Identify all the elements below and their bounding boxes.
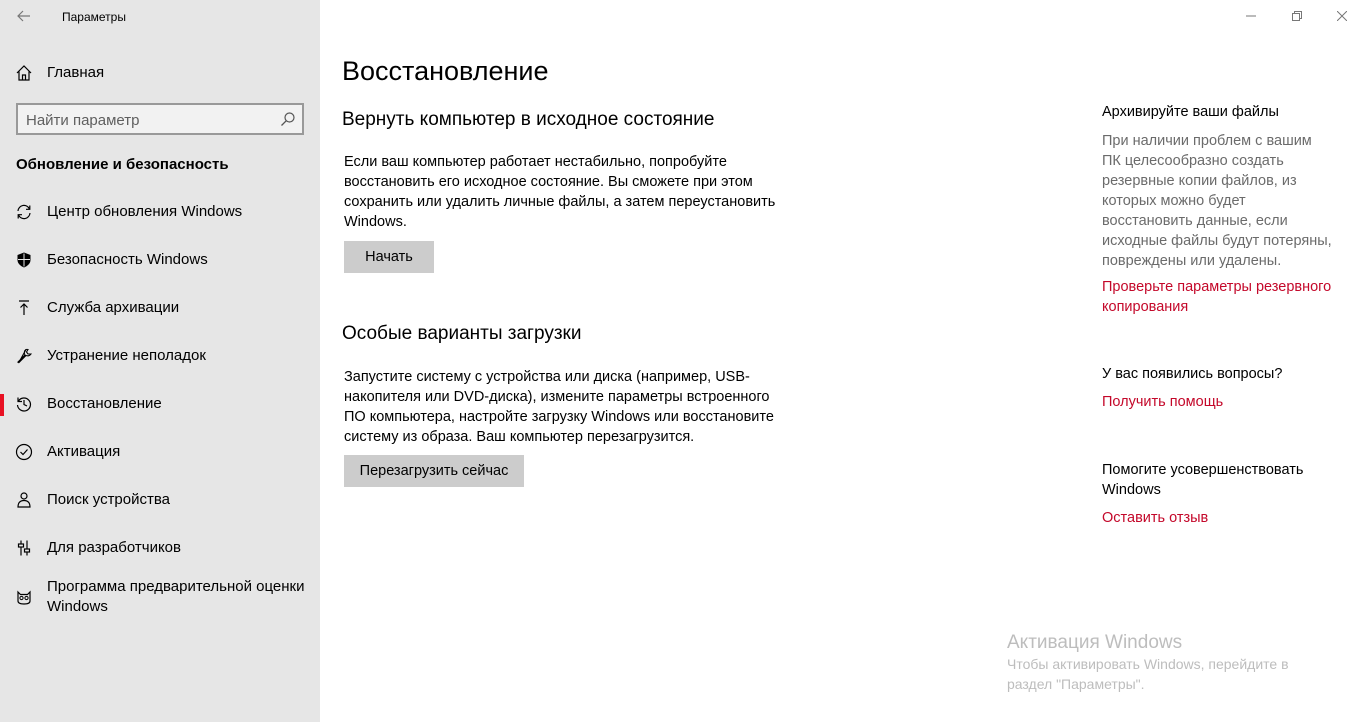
sidebar-item-activation[interactable]: Активация: [0, 430, 320, 474]
backup-heading: Архивируйте ваши файлы: [1102, 104, 1279, 120]
history-icon: [14, 394, 34, 414]
watermark-line2: раздел "Параметры".: [1007, 676, 1145, 692]
minimize-icon: [1246, 15, 1256, 17]
backup-line: повреждены или удалены.: [1102, 253, 1282, 269]
watermark-line1: Чтобы активировать Windows, перейдите в: [1007, 656, 1289, 672]
questions-panel: У вас появились вопросы? Получить помощь: [1102, 364, 1342, 412]
active-indicator: [0, 394, 4, 416]
reset-line-3: сохранить или удалить личные файлы, а за…: [344, 194, 776, 210]
sidebar-item-troubleshoot[interactable]: Устранение неполадок: [0, 334, 320, 378]
reset-heading: Вернуть компьютер в исходное состояние: [342, 109, 715, 130]
search-box[interactable]: [16, 103, 304, 135]
backup-line: ПК целесообразно создать: [1102, 153, 1284, 169]
feedback-panel: Помогите усовершенствовать Windows Остав…: [1102, 460, 1342, 528]
page-title: Восстановление: [342, 56, 549, 86]
advanced-startup-description: Запустите систему с устройства или диска…: [344, 367, 794, 447]
questions-heading: У вас появились вопросы?: [1102, 366, 1283, 382]
sidebar-item-recovery[interactable]: Восстановление: [0, 382, 320, 426]
developer-sliders-icon: [14, 538, 34, 558]
backup-line: которых можно будет: [1102, 193, 1246, 209]
backup-line: восстановить данные, если: [1102, 213, 1288, 229]
main-content: Восстановление Вернуть компьютер в исход…: [320, 0, 1100, 722]
sidebar-item-label: Активация: [47, 443, 121, 460]
sidebar-item-label: Главная: [47, 64, 105, 81]
improve-heading-line2: Windows: [1102, 482, 1161, 498]
backup-line: исходные файлы будут потеряны,: [1102, 233, 1332, 249]
back-button[interactable]: [12, 4, 36, 28]
advanced-line-1: Запустите систему с устройства или диска…: [344, 369, 750, 385]
reset-line-2: восстановить его исходное состояние. Вы …: [344, 174, 753, 190]
window-title: Параметры: [62, 10, 126, 24]
sidebar-item-label: Для разработчиков: [47, 539, 181, 556]
reset-description: Если ваш компьютер работает нестабильно,…: [344, 152, 794, 232]
backup-description: При наличии проблем с вашим ПК целесообр…: [1102, 131, 1342, 271]
person-pin-icon: [14, 490, 34, 510]
sidebar-item-insider[interactable]: Программа предварительной оценки Windows: [0, 574, 320, 620]
backup-line: При наличии проблем с вашим: [1102, 133, 1312, 149]
sidebar-item-label: Поиск устройства: [47, 491, 171, 508]
section-title: Обновление и безопасность: [16, 156, 229, 173]
sidebar-item-find-device[interactable]: Поиск устройства: [0, 478, 320, 522]
backup-line: резервные копии файлов, из: [1102, 173, 1297, 189]
sidebar: Параметры Главная Обновление и безопасно…: [0, 0, 320, 722]
check-circle-icon: [14, 442, 34, 462]
backup-link-line2[interactable]: копирования: [1102, 297, 1342, 317]
advanced-startup-heading: Особые варианты загрузки: [342, 323, 582, 344]
search-input[interactable]: [26, 110, 276, 130]
sidebar-item-label: Центр обновления Windows: [47, 203, 243, 220]
backup-settings-link[interactable]: Проверьте параметры резервного копирован…: [1102, 277, 1342, 317]
minimize-button[interactable]: [1228, 0, 1274, 32]
sidebar-item-backup[interactable]: Служба архивации: [0, 286, 320, 330]
activation-watermark: Активация Windows Чтобы активировать Win…: [1007, 632, 1337, 694]
search-icon[interactable]: [280, 111, 296, 127]
back-arrow-icon: [17, 10, 30, 22]
advanced-line-2: накопителя или DVD-диска), измените пара…: [344, 389, 770, 405]
sidebar-item-developers[interactable]: Для разработчиков: [0, 526, 320, 570]
restart-now-button[interactable]: Перезагрузить сейчас: [344, 455, 524, 487]
sidebar-item-label-line1: Программа предварительной оценки: [47, 578, 305, 595]
reset-line-4: Windows.: [344, 214, 407, 230]
reset-line-1: Если ваш компьютер работает нестабильно,…: [344, 154, 727, 170]
sidebar-item-label: Устранение неполадок: [47, 347, 206, 364]
backup-arrow-icon: [14, 298, 34, 318]
close-icon: [1337, 11, 1347, 21]
advanced-line-3: ПО компьютера, настройте загрузку Window…: [344, 409, 774, 425]
get-help-link[interactable]: Получить помощь: [1102, 392, 1342, 412]
reset-start-button[interactable]: Начать: [344, 241, 434, 273]
sidebar-item-label-line2: Windows: [47, 598, 108, 615]
home-icon: [14, 63, 34, 83]
give-feedback-link[interactable]: Оставить отзыв: [1102, 508, 1342, 528]
watermark-title: Активация Windows: [1007, 632, 1183, 653]
advanced-line-4: систему из образа. Ваш компьютер перезаг…: [344, 429, 695, 445]
close-button[interactable]: [1319, 0, 1365, 32]
sidebar-item-windows-security[interactable]: Безопасность Windows: [0, 238, 320, 282]
insider-cat-icon: [14, 587, 34, 607]
sidebar-item-label: Безопасность Windows: [47, 251, 208, 268]
sidebar-item-label: Служба архивации: [47, 299, 180, 316]
sidebar-item-label: Восстановление: [47, 395, 162, 412]
restore-icon: [1292, 11, 1302, 21]
wrench-icon: [14, 346, 34, 366]
sidebar-item-home[interactable]: Главная: [0, 56, 320, 90]
shield-icon: [14, 250, 34, 270]
backup-link-line1[interactable]: Проверьте параметры резервного: [1102, 277, 1342, 297]
sidebar-item-windows-update[interactable]: Центр обновления Windows: [0, 190, 320, 234]
improve-heading-line1: Помогите усовершенствовать: [1102, 462, 1304, 478]
backup-panel: Архивируйте ваши файлы При наличии пробл…: [1102, 102, 1342, 317]
sync-icon: [14, 202, 34, 222]
restore-button[interactable]: [1274, 0, 1320, 32]
